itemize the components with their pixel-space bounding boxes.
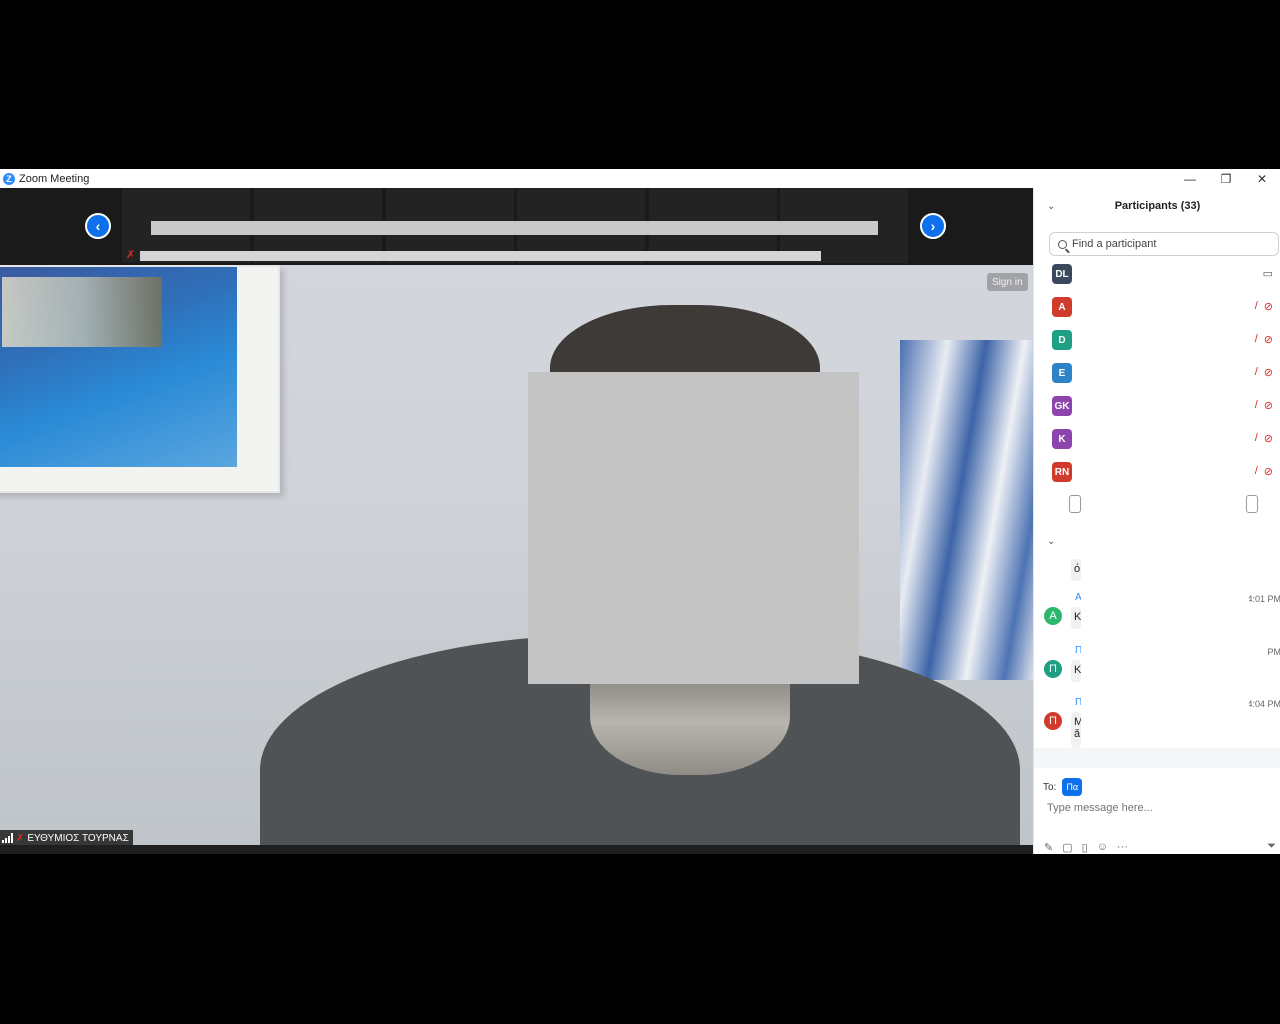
message-time: PM bbox=[1267, 647, 1280, 657]
participants-header: ⌄ Participants (33) bbox=[1034, 196, 1280, 216]
avatar: GK bbox=[1052, 396, 1072, 416]
meeting-bottom-bar bbox=[0, 845, 1033, 854]
chat-collapse-chevron-icon[interactable]: ⌄ bbox=[1047, 536, 1055, 547]
participant-status: / ⊘ bbox=[1255, 399, 1273, 412]
avatar: RN bbox=[1052, 462, 1072, 482]
chevron-down-icon[interactable]: ⌄ bbox=[1047, 201, 1055, 212]
avatar: A bbox=[1052, 297, 1072, 317]
participant-status: / ⊘ bbox=[1255, 333, 1273, 346]
message-time: 4:04 PM bbox=[1247, 699, 1280, 709]
painting-boat bbox=[2, 277, 162, 347]
recipient-dropdown[interactable]: Πα bbox=[1062, 778, 1083, 796]
search-icon bbox=[1058, 239, 1067, 249]
minimize-button[interactable]: — bbox=[1172, 169, 1208, 188]
window-titlebar: Z Zoom Meeting — ❐ ✕ bbox=[0, 169, 1280, 188]
chat-divider bbox=[1034, 748, 1280, 768]
message-input[interactable] bbox=[1047, 800, 1267, 816]
participants-title: Participants (33) bbox=[1114, 200, 1201, 212]
chat-toolbar: ✎ ▢ ▯ ☺ ··· bbox=[1044, 841, 1128, 854]
participant-search[interactable]: Find a participant bbox=[1049, 232, 1279, 256]
speaker-name: ΕΥΘΥΜΙΟΣ ΤΟΥΡΝΑΣ bbox=[27, 832, 129, 844]
file-icon[interactable]: ▯ bbox=[1082, 841, 1088, 854]
more-options-icon[interactable]: ··· bbox=[1117, 841, 1128, 854]
video-off-icon: ⊘ bbox=[1263, 334, 1273, 346]
redacted-thumbnails bbox=[151, 221, 878, 235]
muted-mic-icon: ✗ bbox=[16, 832, 25, 844]
redacted-participant-names bbox=[1081, 262, 1249, 512]
chat-avatar: Π bbox=[1044, 660, 1062, 678]
muted-mic-icon: ✗ bbox=[126, 249, 136, 261]
wall-painting bbox=[0, 265, 280, 493]
avatar: D bbox=[1052, 330, 1072, 350]
speaker-name-tag: ✗ ΕΥΘΥΜΙΟΣ ΤΟΥΡΝΑΣ bbox=[0, 830, 133, 845]
more-button[interactable] bbox=[1246, 495, 1258, 513]
recipient-row: To: Πα bbox=[1043, 778, 1083, 796]
message-bubble: M ǎ bbox=[1071, 712, 1083, 748]
redacted-thumbnail-names bbox=[140, 251, 821, 261]
redacted-chat-content bbox=[1081, 554, 1249, 764]
chat-avatar: A bbox=[1044, 607, 1062, 625]
mic-muted-icon: / bbox=[1254, 432, 1258, 444]
video-off-icon: ⊘ bbox=[1263, 367, 1273, 379]
thumbnail-strip: ✗ ‹ › bbox=[0, 188, 1033, 265]
video-off-icon: ⊘ bbox=[1263, 301, 1273, 313]
message-bubble: K bbox=[1071, 660, 1081, 682]
close-button[interactable]: ✕ bbox=[1244, 169, 1280, 188]
meeting-area: ✗ ‹ › Sign in ✗ ΕΥΘΥΜΙΟΣ ΤΟΥΡΝΑΣ bbox=[0, 188, 1033, 854]
restore-button[interactable]: ❐ bbox=[1208, 169, 1244, 188]
message-bubble: K bbox=[1071, 607, 1081, 629]
participant-status: / ⊘ bbox=[1255, 432, 1273, 445]
zoom-logo-icon: Z bbox=[3, 172, 15, 185]
mic-muted-icon: / bbox=[1254, 399, 1258, 411]
participant-status: ▭ bbox=[1257, 267, 1273, 280]
message-time: 4:01 PM bbox=[1247, 594, 1280, 604]
participant-status: / ⊘ bbox=[1255, 366, 1273, 379]
avatar: DL bbox=[1052, 264, 1072, 284]
participant-status: / ⊘ bbox=[1255, 300, 1273, 313]
active-speaker-video[interactable]: Sign in ✗ ΕΥΘΥΜΙΟΣ ΤΟΥΡΝΑΣ bbox=[0, 265, 1033, 845]
participant-status: / ⊘ bbox=[1255, 465, 1273, 478]
chat-avatar: Π bbox=[1044, 712, 1062, 730]
invite-button[interactable] bbox=[1069, 495, 1081, 513]
send-options-icon[interactable]: ⏷ bbox=[1267, 840, 1276, 853]
mic-muted-icon: / bbox=[1254, 465, 1258, 477]
previous-page-button[interactable]: ‹ bbox=[85, 213, 111, 239]
avatar: K bbox=[1052, 429, 1072, 449]
avatar: E bbox=[1052, 363, 1072, 383]
side-panel: ⌄ Participants (33) Find a participant D… bbox=[1033, 188, 1280, 854]
to-label: To: bbox=[1043, 781, 1057, 793]
window-title: Zoom Meeting bbox=[19, 172, 90, 185]
window-controls: — ❐ ✕ bbox=[1172, 169, 1280, 188]
search-placeholder: Find a participant bbox=[1072, 238, 1157, 250]
video-off-icon: ⊘ bbox=[1263, 466, 1273, 478]
format-icon[interactable]: ✎ bbox=[1044, 841, 1053, 854]
redacted-face bbox=[528, 372, 859, 684]
screenshot-icon[interactable]: ▢ bbox=[1062, 841, 1072, 854]
signin-badge[interactable]: Sign in bbox=[987, 273, 1028, 291]
message-bubble: ό bbox=[1071, 559, 1081, 581]
emoji-icon[interactable]: ☺ bbox=[1097, 841, 1108, 854]
mic-muted-icon: / bbox=[1254, 366, 1258, 378]
video-off-icon: ⊘ bbox=[1263, 400, 1273, 412]
video-off-icon: ⊘ bbox=[1263, 433, 1273, 445]
mic-muted-icon: / bbox=[1254, 333, 1258, 345]
next-page-button[interactable]: › bbox=[920, 213, 946, 239]
mic-muted-icon: / bbox=[1254, 300, 1258, 312]
signal-strength-icon bbox=[2, 833, 13, 843]
video-on-icon: ▭ bbox=[1262, 268, 1273, 280]
